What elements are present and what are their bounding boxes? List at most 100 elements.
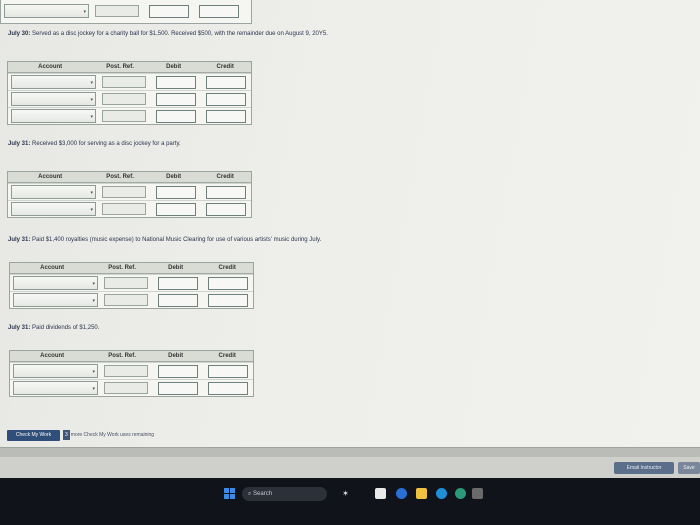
- dropdown-arrow-icon: ▾: [90, 190, 93, 196]
- windows-start-icon[interactable]: [224, 488, 235, 499]
- table-header: Account Post. Ref. Debit Credit: [10, 351, 253, 362]
- journal-row: ▾: [8, 73, 251, 90]
- credit-input[interactable]: [208, 276, 248, 290]
- file-explorer-icon[interactable]: [375, 488, 386, 499]
- debit-header: Debit: [168, 265, 184, 271]
- journal-row: ▾: [10, 379, 253, 396]
- debit-input[interactable]: [158, 364, 198, 378]
- debit-header: Debit: [166, 64, 182, 70]
- entry-description: July 31: Received $3,000 for serving as …: [8, 141, 181, 147]
- entry-text: Received $3,000 for serving as a disc jo…: [32, 141, 181, 147]
- journal-table-2: Account Post. Ref. Debit Credit ▾ ▾: [7, 171, 252, 218]
- dropdown-arrow-icon: ▾: [92, 386, 95, 392]
- account-header: Account: [38, 174, 63, 180]
- post-ref-field: [104, 277, 148, 289]
- credit-header: Credit: [218, 265, 236, 271]
- account-select[interactable]: ▾: [13, 364, 98, 378]
- account-select[interactable]: ▾: [11, 185, 96, 199]
- bird-app-icon[interactable]: ✶: [340, 488, 351, 499]
- account-select[interactable]: ▾: [13, 381, 98, 395]
- dropdown-arrow-icon: ▾: [92, 298, 95, 304]
- debit-input[interactable]: [156, 92, 196, 106]
- post-ref-field: [102, 76, 146, 88]
- entry-text: Served as a disc jockey for a charity ba…: [32, 31, 328, 37]
- account-select[interactable]: ▾: [13, 276, 98, 290]
- taskbar-search-input[interactable]: ⌕ Search: [242, 487, 327, 501]
- account-header: Account: [40, 353, 65, 359]
- debit-header: Debit: [166, 174, 182, 180]
- journal-table-previous: ▾: [0, 0, 252, 24]
- journal-table-1: Account Post. Ref. Debit Credit ▾ ▾ ▾: [7, 61, 252, 125]
- account-select[interactable]: ▾: [11, 92, 96, 106]
- entry-date: July 31:: [8, 325, 31, 331]
- save-button[interactable]: Save: [678, 462, 700, 474]
- credit-input[interactable]: [208, 381, 248, 395]
- account-select[interactable]: ▾: [4, 4, 89, 18]
- post-ref-header: Post. Ref.: [108, 265, 136, 271]
- journal-row: ▾: [8, 183, 251, 200]
- post-ref-field: [102, 203, 146, 215]
- table-header: Account Post. Ref. Debit Credit: [8, 62, 251, 73]
- edge-icon[interactable]: [436, 488, 447, 499]
- post-ref-header: Post. Ref.: [106, 64, 134, 70]
- debit-input[interactable]: [156, 75, 196, 89]
- entry-text: Paid dividends of $1,250.: [32, 325, 100, 331]
- credit-input[interactable]: [206, 75, 246, 89]
- credit-input[interactable]: [206, 109, 246, 123]
- email-instructor-button[interactable]: Email Instructor: [614, 462, 674, 474]
- dropdown-arrow-icon: ▾: [90, 114, 93, 120]
- account-select[interactable]: ▾: [11, 75, 96, 89]
- app-icon[interactable]: [455, 488, 466, 499]
- post-ref-header: Post. Ref.: [108, 353, 136, 359]
- account-header: Account: [38, 64, 63, 70]
- store-icon[interactable]: [472, 488, 483, 499]
- remaining-uses-note: 3 more Check My Work uses remaining: [63, 430, 154, 440]
- entry-text: Paid $1,400 royalties (music expense) to…: [32, 237, 322, 243]
- account-select[interactable]: ▾: [11, 109, 96, 123]
- debit-input[interactable]: [156, 109, 196, 123]
- debit-input[interactable]: [158, 381, 198, 395]
- account-select[interactable]: ▾: [11, 202, 96, 216]
- check-my-work-button[interactable]: Check My Work: [7, 430, 60, 441]
- dropdown-arrow-icon: ▾: [83, 9, 86, 15]
- credit-input[interactable]: [199, 4, 239, 18]
- debit-header: Debit: [168, 353, 184, 359]
- credit-input[interactable]: [208, 293, 248, 307]
- journal-row: ▾: [10, 274, 253, 291]
- entry-date: July 31:: [8, 141, 31, 147]
- dropdown-arrow-icon: ▾: [90, 97, 93, 103]
- browser-icon[interactable]: [396, 488, 407, 499]
- post-ref-field: [102, 110, 146, 122]
- credit-input[interactable]: [206, 92, 246, 106]
- post-ref-field: [104, 294, 148, 306]
- entry-description: July 31: Paid $1,400 royalties (music ex…: [8, 237, 321, 243]
- entry-date: July 30:: [8, 31, 31, 37]
- post-ref-field: [102, 186, 146, 198]
- dropdown-arrow-icon: ▾: [92, 281, 95, 287]
- credit-header: Credit: [216, 64, 234, 70]
- journal-table-4: Account Post. Ref. Debit Credit ▾ ▾: [9, 350, 254, 397]
- journal-row: ▾: [1, 0, 251, 22]
- entry-description: July 30: Served as a disc jockey for a c…: [8, 31, 328, 37]
- table-header: Account Post. Ref. Debit Credit: [10, 263, 253, 274]
- debit-input[interactable]: [149, 4, 189, 18]
- folder-icon[interactable]: [416, 488, 427, 499]
- post-ref-header: Post. Ref.: [106, 174, 134, 180]
- account-select[interactable]: ▾: [13, 293, 98, 307]
- page-footer-bar: [0, 447, 700, 457]
- credit-header: Credit: [218, 353, 236, 359]
- journal-row: ▾: [8, 107, 251, 124]
- credit-input[interactable]: [208, 364, 248, 378]
- credit-input[interactable]: [206, 185, 246, 199]
- post-ref-field: [104, 365, 148, 377]
- debit-input[interactable]: [156, 202, 196, 216]
- journal-row: ▾: [8, 200, 251, 217]
- table-header: Account Post. Ref. Debit Credit: [8, 172, 251, 183]
- post-ref-field: [102, 93, 146, 105]
- credit-input[interactable]: [206, 202, 246, 216]
- debit-input[interactable]: [158, 276, 198, 290]
- credit-header: Credit: [216, 174, 234, 180]
- debit-input[interactable]: [156, 185, 196, 199]
- debit-input[interactable]: [158, 293, 198, 307]
- account-header: Account: [40, 265, 65, 271]
